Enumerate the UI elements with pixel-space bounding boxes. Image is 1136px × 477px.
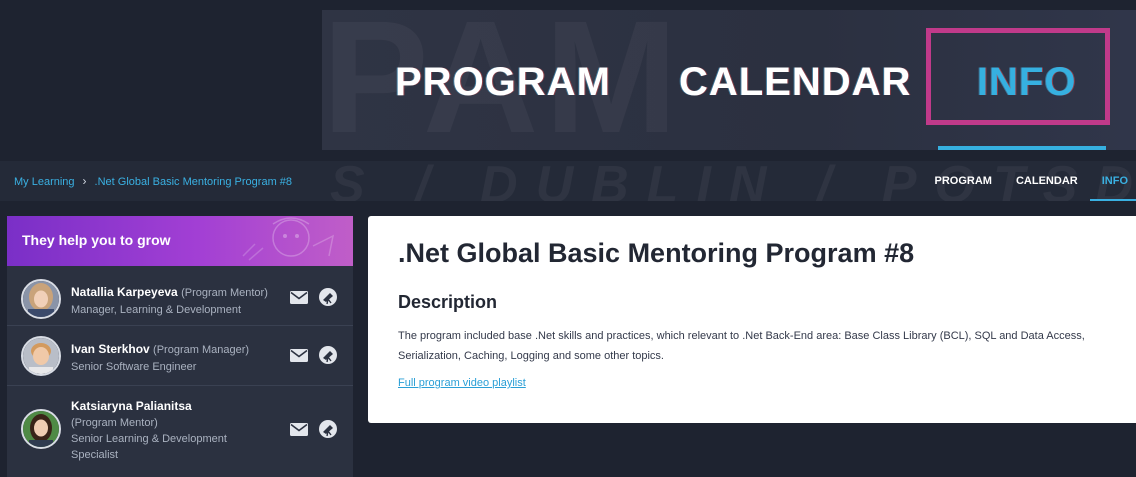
mentor-name[interactable]: Katsiaryna Palianitsa: [71, 397, 271, 415]
tab-calendar[interactable]: CALENDAR: [1004, 161, 1090, 201]
mentor-role: (Program Mentor): [181, 287, 268, 299]
program-info-card: .Net Global Basic Mentoring Program #8 D…: [368, 216, 1136, 423]
mentor-title: Senior Learning & Development Specialist: [71, 433, 227, 461]
mail-icon[interactable]: [290, 291, 308, 304]
mentor-info: Ivan Sterkhov (Program Manager) Senior S…: [71, 340, 249, 375]
mentors-header: They help you to grow: [7, 216, 353, 266]
telescope-icon[interactable]: [318, 287, 338, 307]
banner-tab-program[interactable]: PROGRAM: [395, 50, 611, 114]
description-heading: Description: [398, 292, 498, 312]
breadcrumb: My Learning › .Net Global Basic Mentoring …: [14, 174, 292, 188]
program-title: .Net Global Basic Mentoring Program #8: [398, 238, 915, 268]
zoomed-tab-banner: PAM PROGRAM CALENDAR INFO: [322, 10, 1136, 150]
navigation-bar: S / DUBLIN / POTSDAM My Learning›.Net Gl…: [0, 161, 1136, 201]
avatar: [21, 279, 61, 319]
mail-icon[interactable]: [290, 349, 308, 362]
mentors-title: They help you to grow: [22, 232, 171, 248]
avatar: [21, 336, 61, 376]
mentor-row: Natallia Karpeyeva (Program Mentor) Mana…: [7, 266, 353, 326]
banner-active-indicator: [938, 146, 1106, 150]
program-description: The program included base .Net skills an…: [398, 330, 1085, 362]
mentor-role: (Program Manager): [153, 344, 250, 356]
mentor-info: Natallia Karpeyeva (Program Mentor) Mana…: [71, 283, 268, 318]
mentor-row: Katsiaryna Palianitsa (Program Mentor) S…: [7, 386, 353, 477]
mail-icon[interactable]: [290, 423, 308, 436]
mentor-title: Senior Software Engineer: [71, 361, 197, 373]
highlight-box: [926, 28, 1110, 125]
mentor-title: Manager, Learning & Development: [71, 304, 241, 316]
telescope-icon[interactable]: [318, 419, 338, 439]
telescope-icon[interactable]: [318, 345, 338, 365]
breadcrumb-my-learning[interactable]: My Learning: [14, 176, 75, 188]
mentor-role: (Program Mentor): [71, 417, 158, 429]
tab-info[interactable]: INFO: [1089, 161, 1136, 201]
breadcrumb-program[interactable]: .Net Global Basic Mentoring Program #8: [95, 176, 292, 188]
mentor-name[interactable]: Natallia Karpeyeva: [71, 285, 178, 299]
banner-tab-calendar[interactable]: CALENDAR: [679, 50, 911, 114]
mentors-panel: They help you to grow Natallia Karpeyeva…: [7, 216, 353, 477]
chevron-right-icon: ›: [82, 174, 87, 188]
avatar: [21, 409, 61, 449]
mentor-info: Katsiaryna Palianitsa (Program Mentor) S…: [71, 397, 271, 463]
mentor-row: Ivan Sterkhov (Program Manager) Senior S…: [7, 326, 353, 386]
doodle-decoration-icon: [242, 217, 335, 261]
mentor-name[interactable]: Ivan Sterkhov: [71, 342, 150, 356]
nav-tabs: PROGRAM CALENDAR INFO: [923, 161, 1136, 201]
tab-program[interactable]: PROGRAM: [923, 161, 1004, 201]
playlist-link[interactable]: Full program video playlist: [398, 377, 526, 389]
